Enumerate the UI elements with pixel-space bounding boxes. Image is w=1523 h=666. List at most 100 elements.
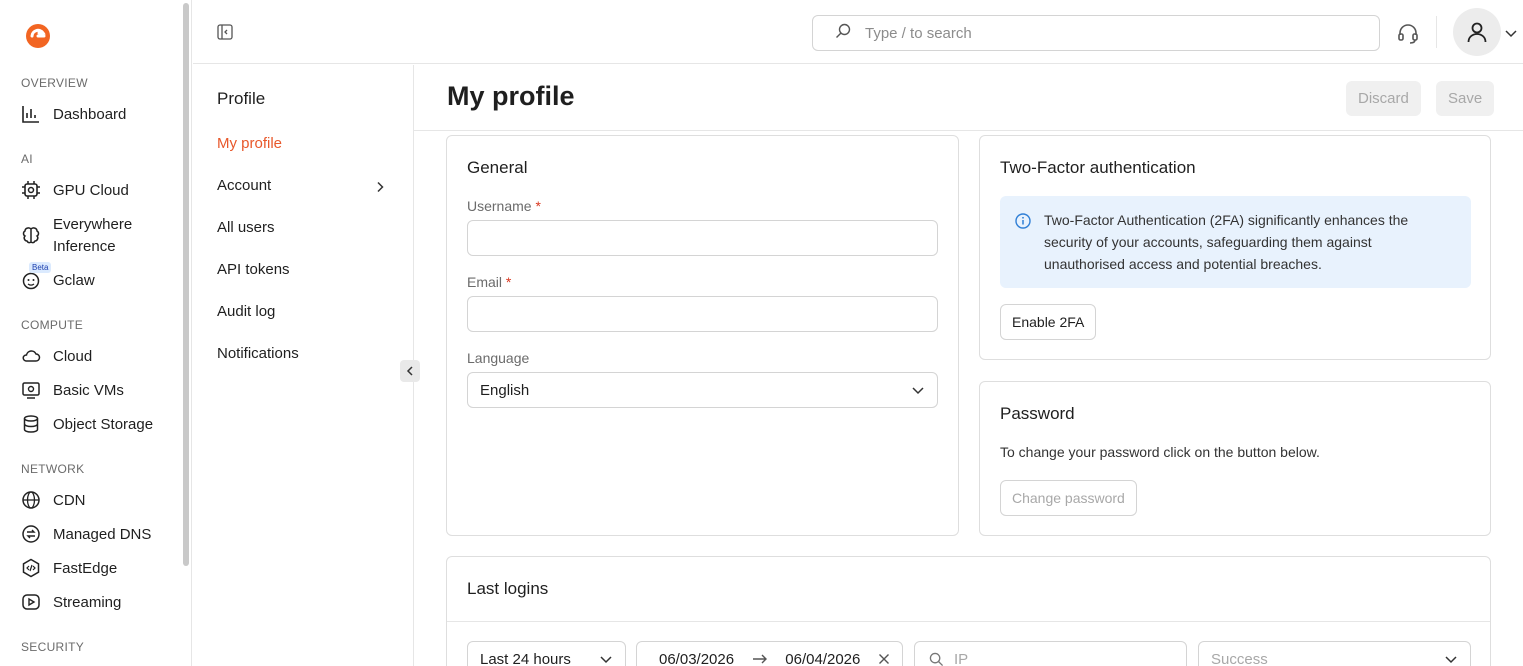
sidebar-item-cloud[interactable]: Cloud (21, 346, 92, 366)
sidebar-item-label: Gclaw (53, 271, 95, 289)
section-security: SECURITY (21, 640, 85, 654)
page-header: My profile Discard Save (414, 65, 1523, 131)
sidebar-item-basic-vms[interactable]: Basic VMs (21, 380, 124, 400)
period-select[interactable]: Last 24 hours (467, 641, 626, 666)
play-icon (21, 592, 41, 612)
section-compute: COMPUTE (21, 318, 84, 332)
card-divider (447, 621, 1490, 622)
date-range-picker[interactable]: 06/03/2026 06/04/2026 (636, 641, 903, 666)
code-hex-icon (21, 558, 41, 578)
sidebar-item-object-storage[interactable]: Object Storage (21, 414, 153, 434)
subnav-item-account[interactable]: Account (217, 177, 271, 194)
period-value: Last 24 hours (480, 650, 571, 666)
sidebar-item-cdn[interactable]: CDN (21, 490, 86, 510)
beta-badge: Beta (29, 262, 52, 273)
change-password-button[interactable]: Change password (1000, 480, 1137, 516)
date-from: 06/03/2026 (659, 650, 735, 666)
main-content: My profile Discard Save General Username… (414, 65, 1523, 666)
clear-icon[interactable] (878, 653, 890, 665)
status-placeholder: Success (1211, 650, 1268, 666)
chevron-down-icon (1445, 656, 1457, 664)
language-select[interactable]: English (467, 372, 938, 408)
enable-2fa-button[interactable]: Enable 2FA (1000, 304, 1097, 340)
sidebar-item-label: Object Storage (53, 415, 154, 433)
section-network: NETWORK (21, 462, 85, 476)
sidebar-item-gpu-cloud[interactable]: GPU Cloud (21, 180, 129, 200)
ip-placeholder: IP (954, 650, 969, 666)
subnav-item-notifications[interactable]: Notifications (217, 345, 299, 362)
topbar-divider (1436, 16, 1437, 48)
info-icon (1015, 213, 1031, 229)
search-icon (835, 23, 851, 43)
sidebar-item-label-line2: Inference (53, 238, 116, 255)
subnav-title: Profile (217, 89, 266, 108)
last-logins-card: Last logins Last 24 hours 06/03/2026 06/… (446, 556, 1491, 666)
subnav-item-audit-log[interactable]: Audit log (217, 303, 275, 320)
sidebar-item-label: FastEdge (53, 559, 118, 577)
twofa-title: Two-Factor authentication (1000, 158, 1196, 177)
sidebar-item-managed-dns[interactable]: Managed DNS (21, 524, 151, 544)
avatar[interactable] (1453, 8, 1501, 56)
search-icon (929, 652, 944, 666)
brain-icon (21, 226, 41, 246)
language-value: English (480, 381, 530, 399)
dns-icon (21, 524, 41, 544)
cloud-icon (21, 346, 41, 366)
sidebar-item-label: Streaming (53, 593, 122, 611)
subnav-item-api-tokens[interactable]: API tokens (217, 261, 290, 278)
sidebar-item-label: Cloud (53, 347, 93, 365)
database-icon (21, 414, 41, 434)
sidebar-item-everywhere-inference[interactable]: Everywhere Inference (21, 214, 132, 258)
user-icon (1467, 22, 1487, 43)
section-ai: AI (21, 152, 33, 166)
general-card: General Username * Email * Language Engl… (446, 135, 959, 536)
sidebar-item-label: GPU Cloud (53, 181, 129, 199)
sidebar-scrollbar[interactable] (183, 3, 189, 566)
bot-face-icon: Beta (21, 262, 52, 290)
subnav-item-my-profile[interactable]: My profile (217, 135, 282, 152)
subnav-item-all-users[interactable]: All users (217, 219, 275, 236)
date-to: 06/04/2026 (785, 650, 861, 666)
sidebar-item-label: Dashboard (53, 105, 127, 123)
chevron-down-icon (600, 656, 612, 664)
required-mark: * (535, 198, 541, 214)
sidebar-item-fastedge[interactable]: FastEdge (21, 558, 117, 578)
top-bar (193, 0, 1523, 64)
monitor-icon (21, 380, 41, 400)
sidebar-toggle-icon[interactable] (217, 24, 233, 40)
globe-icon (21, 490, 41, 510)
last-logins-title: Last logins (467, 579, 549, 598)
sidebar-item-dashboard[interactable]: Dashboard (21, 104, 126, 124)
password-title: Password (1000, 404, 1075, 423)
save-button[interactable]: Save (1436, 81, 1495, 116)
sidebar-item-label: Everywhere (53, 216, 133, 233)
status-select[interactable]: Success (1198, 641, 1471, 666)
profile-subnav: Profile My profile Account All users API… (193, 65, 420, 666)
password-card: Password To change your password click o… (979, 381, 1491, 536)
chevron-right-icon[interactable] (374, 180, 386, 193)
chevron-down-icon[interactable] (1504, 26, 1518, 40)
username-label: Username * (467, 198, 541, 214)
email-field[interactable] (467, 296, 938, 332)
search-input[interactable] (865, 24, 1345, 42)
chip-icon (21, 180, 41, 200)
language-label: Language (467, 350, 530, 366)
page-title: My profile (447, 81, 575, 111)
sidebar-item-label: CDN (53, 491, 86, 509)
username-field[interactable] (467, 220, 938, 256)
twofa-card: Two-Factor authentication Two-Factor Aut… (979, 135, 1491, 360)
sidebar-item-streaming[interactable]: Streaming (21, 592, 121, 612)
chevron-down-icon (912, 387, 924, 395)
arrow-right-icon (752, 654, 767, 664)
gcore-logo-icon[interactable] (24, 20, 52, 50)
sidebar-item-gclaw[interactable]: Beta Gclaw (21, 262, 95, 290)
headset-support-icon[interactable] (1396, 21, 1420, 45)
sidebar-item-label: Basic VMs (53, 381, 124, 399)
main-sidebar: OVERVIEW Dashboard AI GPU Cloud Everywhe… (0, 0, 192, 666)
ip-filter[interactable]: IP (914, 641, 1187, 666)
required-mark: * (505, 274, 512, 290)
search-box[interactable] (812, 15, 1380, 51)
general-title: General (467, 158, 528, 177)
section-overview: OVERVIEW (21, 76, 88, 90)
discard-button[interactable]: Discard (1346, 81, 1421, 116)
